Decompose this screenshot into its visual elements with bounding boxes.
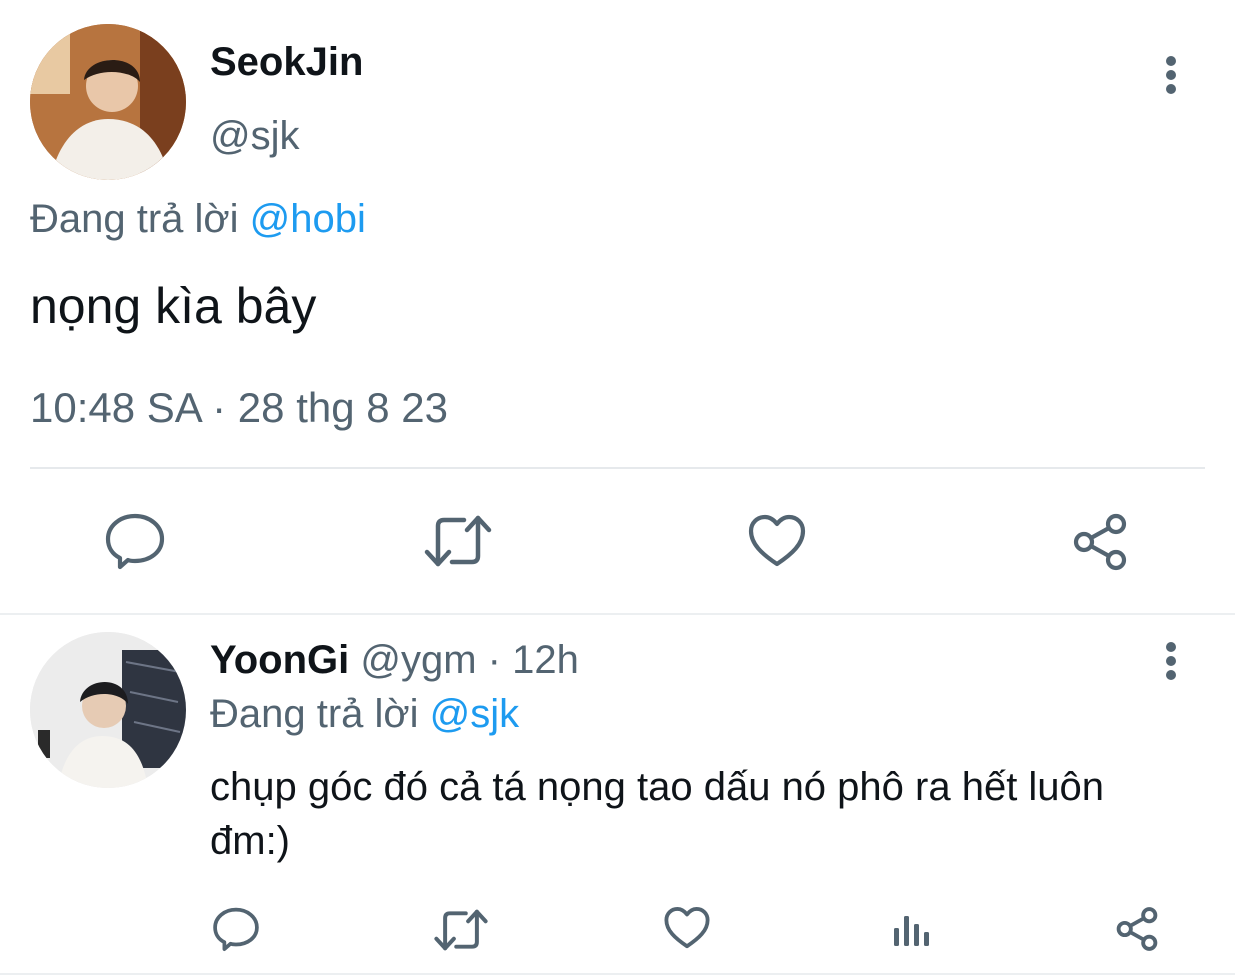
replying-to-link[interactable]: @sjk	[430, 692, 520, 736]
display-name[interactable]: YoonGi	[210, 638, 349, 682]
replying-to-line: Đang trả lời @hobi	[30, 195, 366, 243]
replying-prefix: Đang trả lời	[30, 197, 239, 241]
display-name[interactable]: SeokJin	[210, 38, 363, 86]
avatar-yoongi[interactable]	[30, 632, 186, 788]
separator-dot: ·	[487, 638, 501, 682]
section-divider	[0, 613, 1235, 615]
retweet-icon[interactable]	[424, 514, 492, 568]
avatar-photo	[30, 24, 186, 180]
heart-icon[interactable]	[748, 514, 806, 568]
tweet-text: nọng kìa bây	[30, 278, 317, 334]
more-vertical-icon[interactable]	[1156, 638, 1186, 684]
reply-header: YoonGi @ygm · 12h	[210, 636, 579, 684]
avatar-photo	[30, 632, 186, 788]
views-chart-icon[interactable]	[892, 910, 932, 948]
more-vertical-icon[interactable]	[1156, 52, 1186, 98]
share-icon[interactable]	[1114, 906, 1160, 952]
avatar-seokjin[interactable]	[30, 24, 186, 180]
retweet-icon[interactable]	[434, 908, 488, 952]
heart-icon[interactable]	[664, 906, 710, 950]
tweet-timestamp[interactable]: 10:48 SA · 28 thg 8 23	[30, 383, 448, 433]
tweet-text: chụp góc đó cả tá nọng tao dấu nó phô ra…	[210, 765, 1105, 863]
reply-icon[interactable]	[104, 512, 166, 570]
replying-prefix: Đang trả lời	[210, 692, 419, 736]
relative-time[interactable]: 12h	[512, 638, 579, 682]
bottom-divider	[0, 973, 1235, 975]
share-icon[interactable]	[1070, 512, 1130, 572]
replying-to-link[interactable]: @hobi	[250, 197, 366, 241]
replying-to-line: Đang trả lời @sjk	[210, 690, 519, 738]
reply-icon[interactable]	[212, 906, 260, 952]
user-handle[interactable]: @sjk	[210, 112, 300, 160]
user-handle[interactable]: @ygm	[360, 638, 476, 682]
divider	[30, 467, 1205, 469]
